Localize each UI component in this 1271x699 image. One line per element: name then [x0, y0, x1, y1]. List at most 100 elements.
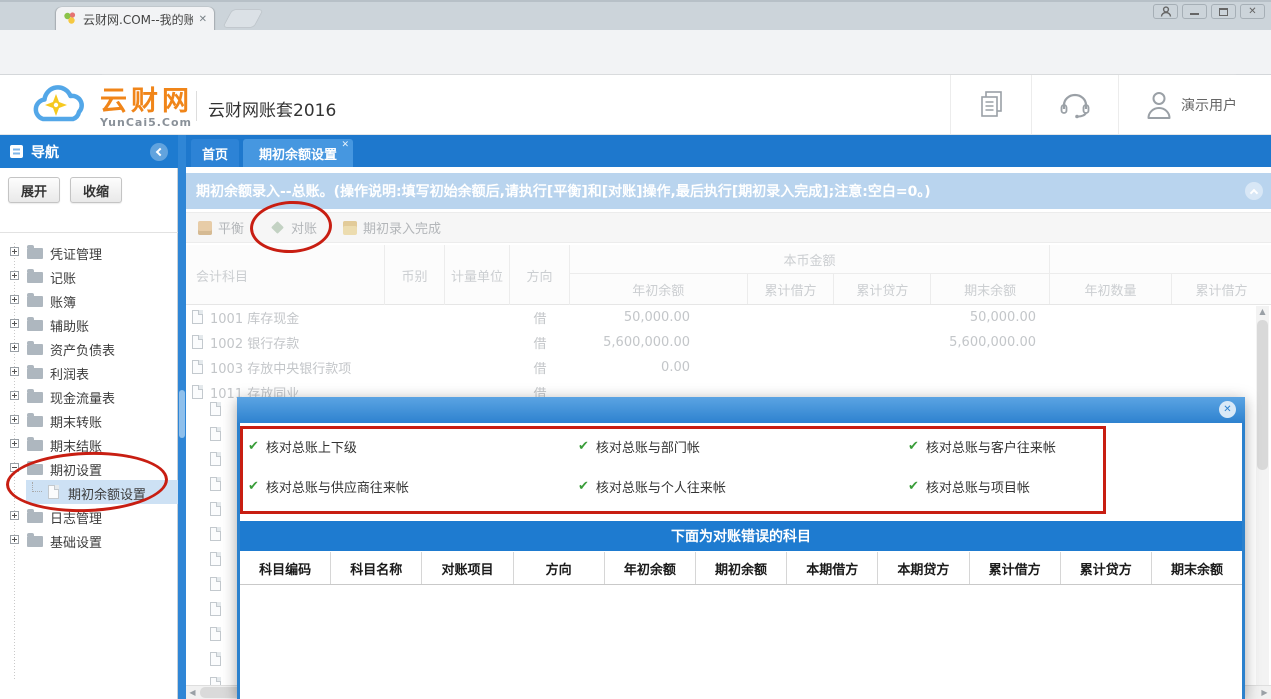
dialog-title-bar[interactable]: ✕ [237, 397, 1245, 423]
tab-close-icon[interactable]: ✕ [341, 140, 349, 150]
col-unit[interactable]: 计量单位 [445, 245, 510, 305]
col-acc-debit[interactable]: 累计借方 [748, 274, 835, 304]
col-open-balance: 期初余额 [696, 552, 787, 584]
reconcile-button[interactable]: 对账 [270, 218, 317, 237]
folder-icon [27, 272, 43, 283]
file-icon [210, 602, 221, 616]
tab-opening-balance[interactable]: 期初余额设置 ✕ [243, 139, 353, 167]
expander-icon[interactable] [10, 535, 19, 544]
sidebar-separator [0, 232, 178, 233]
new-tab-button[interactable] [223, 10, 262, 27]
folder-icon [27, 512, 43, 523]
toolbar: 平衡 对账 期初录入完成 [186, 212, 1271, 243]
balance-button[interactable]: 平衡 [198, 218, 244, 237]
expander-icon[interactable] [10, 511, 19, 520]
sidebar-item-balance-sheet[interactable]: 资产负债表 [0, 336, 178, 360]
file-icon [210, 477, 221, 491]
sidebar-item-income-statement[interactable]: 利润表 [0, 360, 178, 384]
scroll-up-icon[interactable]: ▲ [1256, 306, 1269, 318]
expander-icon[interactable] [10, 343, 19, 352]
splitter-handle[interactable] [179, 390, 185, 438]
sidebar-item-ledgers[interactable]: 账簿 [0, 288, 178, 312]
file-icon [192, 385, 203, 399]
support-button[interactable] [1031, 75, 1118, 134]
col-year-begin: 年初余额 [605, 552, 696, 584]
file-icon [48, 485, 59, 499]
col-group-local-currency: 本币金额 年初余额 累计借方 累计贷方 期末余额 [570, 245, 1050, 304]
info-bar-collapse-button[interactable] [1245, 182, 1263, 200]
expander-icon[interactable] [10, 319, 19, 328]
check-item: ✔核对总账与客户往来帐 [908, 437, 1056, 456]
browser-tab[interactable]: 云财网.COM--我的账套 ✕ [56, 7, 214, 32]
reconcile-dialog: ✕ ✔核对总账上下级 ✔核对总账与部门帐 ✔核对总账与客户往来帐 ✔核对总账与供… [237, 397, 1245, 699]
sidebar-item-cash-flow[interactable]: 现金流量表 [0, 384, 178, 408]
profile-icon[interactable] [1153, 4, 1178, 19]
file-icon [210, 577, 221, 591]
documents-button[interactable] [950, 75, 1031, 134]
sidebar-collapse-button[interactable] [150, 143, 168, 161]
vertical-scrollbar[interactable]: ▲ ▼ [1256, 306, 1269, 699]
info-bar-text: 期初余额录入--总账。(操作说明:填写初始余额后,请执行[平衡]和[对账]操作,… [186, 181, 931, 201]
browser-toolbar: ← → ↻ i app.yuncai5.com/default1.aspx ☆ … [0, 30, 1271, 75]
col-direction[interactable]: 方向 [510, 245, 570, 305]
sidebar-item-period-transfer[interactable]: 期末转账 [0, 408, 178, 432]
expander-icon[interactable] [10, 463, 19, 472]
logo-text-en: YunCai5.Com [100, 116, 193, 129]
table-row[interactable]: 1001 库存现金 借 50,000.00 50,000.00 [186, 305, 1271, 330]
folder-icon [27, 248, 43, 259]
sidebar-item-bookkeeping[interactable]: 记账 [0, 264, 178, 288]
browser-tab-title: 云财网.COM--我的账套 [83, 11, 193, 28]
col-year-begin[interactable]: 年初余额 [570, 274, 748, 304]
panel-splitter[interactable] [178, 135, 186, 699]
col-year-end[interactable]: 期末余额 [931, 274, 1049, 304]
col-acc-debit-2[interactable]: 累计借方 [1172, 274, 1271, 304]
expander-icon[interactable] [10, 295, 19, 304]
minimize-button[interactable] [1182, 4, 1207, 19]
error-section-title: 下面为对账错误的科目 [240, 521, 1242, 551]
logo[interactable]: 云财网 YunCai5.Com [28, 83, 193, 133]
sidebar-item-voucher[interactable]: 凭证管理 [0, 240, 178, 264]
info-bar: 期初余额录入--总账。(操作说明:填写初始余额后,请执行[平衡]和[对账]操作,… [186, 173, 1271, 209]
col-code: 科目编码 [240, 552, 331, 584]
nav-panel-icon [10, 145, 23, 158]
collapse-all-button[interactable]: 收缩 [70, 177, 122, 203]
sidebar-item-basic-settings[interactable]: 基础设置 [0, 528, 178, 552]
sidebar-item-period-close[interactable]: 期末结账 [0, 432, 178, 456]
col-currency[interactable]: 币别 [385, 245, 445, 305]
scroll-left-icon[interactable]: ◀ [186, 686, 199, 699]
table-row[interactable]: 1002 银行存款 借 5,600,000.00 5,600,000.00 [186, 330, 1271, 355]
table-row[interactable]: 1003 存放中央银行款项 借 0.00 [186, 355, 1271, 380]
window-controls: ✕ [1153, 4, 1265, 19]
tab-close-icon[interactable]: ✕ [199, 14, 207, 25]
col-name: 科目名称 [331, 552, 422, 584]
col-qty-begin[interactable]: 年初数量 [1050, 274, 1172, 304]
check-icon: ✔ [578, 479, 589, 494]
sidebar-item-log-management[interactable]: 日志管理 [0, 504, 178, 528]
col-subject[interactable]: 会计科目 [186, 245, 385, 305]
close-window-button[interactable]: ✕ [1240, 4, 1265, 19]
chevron-left-icon [156, 147, 164, 155]
expander-icon[interactable] [10, 391, 19, 400]
tab-home[interactable]: 首页 [191, 139, 239, 167]
col-acc-credit[interactable]: 累计贷方 [834, 274, 931, 304]
user-menu[interactable]: 演示用户 [1118, 75, 1271, 134]
finish-entry-button[interactable]: 期初录入完成 [343, 218, 441, 237]
dialog-close-icon[interactable]: ✕ [1219, 401, 1236, 418]
reconcile-icon [271, 221, 284, 234]
expand-all-button[interactable]: 展开 [8, 177, 60, 203]
sidebar-item-opening-balance[interactable]: 期初余额设置 [0, 480, 178, 504]
expander-icon[interactable] [10, 367, 19, 376]
dialog-body: ✔核对总账上下级 ✔核对总账与部门帐 ✔核对总账与客户往来帐 ✔核对总账与供应商… [237, 423, 1245, 699]
expander-icon[interactable] [10, 415, 19, 424]
expander-icon[interactable] [10, 439, 19, 448]
expander-icon[interactable] [10, 271, 19, 280]
check-icon: ✔ [578, 439, 589, 454]
sidebar-item-auxiliary[interactable]: 辅助账 [0, 312, 178, 336]
scroll-right-icon[interactable]: ▶ [1258, 686, 1271, 699]
vertical-scroll-thumb[interactable] [1257, 320, 1268, 470]
sidebar-item-initial-setup[interactable]: 期初设置 [0, 456, 178, 480]
check-item: ✔核对总账与部门帐 [578, 437, 700, 456]
folder-icon [27, 320, 43, 331]
expander-icon[interactable] [10, 247, 19, 256]
maximize-button[interactable] [1211, 4, 1236, 19]
